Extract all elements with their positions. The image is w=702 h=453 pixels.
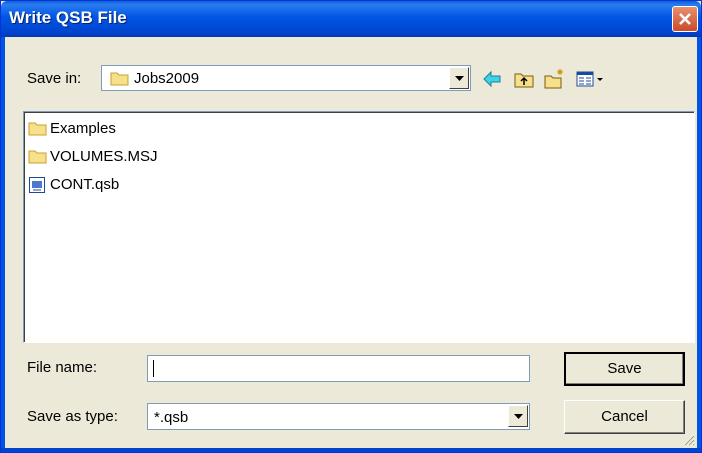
view-menu-icon[interactable] xyxy=(575,68,607,90)
chevron-down-icon xyxy=(514,414,523,419)
folder-icon xyxy=(110,72,129,86)
save-as-type-dropdown-button[interactable] xyxy=(508,405,528,427)
resize-grip-icon[interactable] xyxy=(681,432,695,446)
new-folder-icon[interactable] xyxy=(543,68,565,90)
save-in-combobox[interactable]: Jobs2009 xyxy=(101,65,471,91)
save-as-type-combobox[interactable]: *.qsb xyxy=(147,403,530,430)
close-icon xyxy=(679,13,691,25)
cancel-button[interactable]: Cancel xyxy=(564,400,685,434)
list-item-label: VOLUMES.MSJ xyxy=(50,148,158,165)
save-as-type-value: *.qsb xyxy=(154,409,189,426)
window-title: Write QSB File xyxy=(9,8,127,27)
qsb-file-icon xyxy=(29,177,45,193)
file-list[interactable]: Examples VOLUMES.MSJ CONT.qsb xyxy=(23,111,695,343)
file-name-input[interactable] xyxy=(147,355,530,382)
back-arrow-icon[interactable] xyxy=(481,68,503,90)
window-frame-right xyxy=(697,37,701,452)
title-bar[interactable]: Write QSB File xyxy=(1,1,701,37)
save-in-value: Jobs2009 xyxy=(134,70,200,87)
window-frame-bottom xyxy=(1,448,701,452)
save-as-type-label: Save as type: xyxy=(27,408,118,425)
folder-icon xyxy=(28,122,47,136)
save-dialog: Write QSB File Save in: Jobs2009 Example… xyxy=(0,0,702,453)
folder-icon xyxy=(28,150,47,164)
save-in-label: Save in: xyxy=(27,70,82,87)
window-frame-left xyxy=(1,37,5,452)
file-name-label: File name: xyxy=(27,359,98,376)
save-button[interactable]: Save xyxy=(564,352,685,386)
list-item-label: Examples xyxy=(50,120,116,137)
close-button[interactable] xyxy=(672,6,698,32)
text-caret xyxy=(153,360,154,377)
chevron-down-icon xyxy=(455,76,464,81)
list-item-label: CONT.qsb xyxy=(50,176,120,193)
save-in-dropdown-button[interactable] xyxy=(449,67,469,89)
up-folder-icon[interactable] xyxy=(513,68,535,90)
